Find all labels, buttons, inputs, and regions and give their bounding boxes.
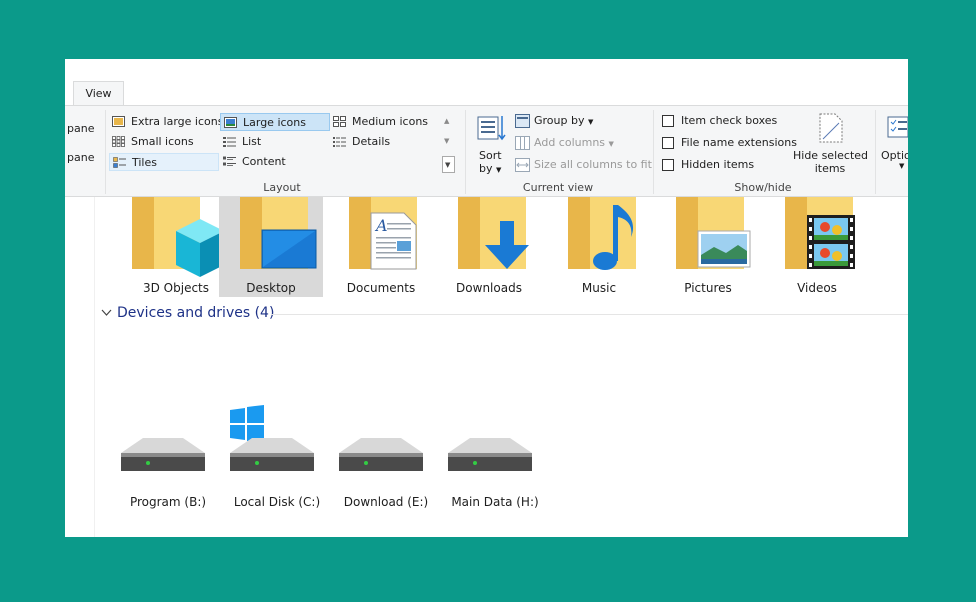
sort-by-icon [477,116,506,141]
list-icon [223,137,236,147]
drive-program-b[interactable]: Program (B:) [118,405,218,509]
dropdown-arrow-icon: ▼ [608,140,614,148]
details-pane-button[interactable]: pane [67,151,94,164]
3d-objects-icon [132,197,224,277]
folder-view: 3D Objects Desktop A Documents Downloads… [65,197,908,537]
file-explorer-window: View pane pane Extra large icons Large i… [65,59,908,537]
navigation-pane-border [94,197,95,537]
pictures-icon [676,197,751,269]
desktop-icon [240,197,317,269]
hard-drive-icon [339,438,423,471]
layout-group-label: Layout [263,181,301,194]
group-by-icon [515,114,530,128]
layout-content[interactable]: Content [220,153,330,171]
drive-local-disk-c[interactable]: Local Disk (C:) [227,405,327,509]
group-divider [271,314,908,315]
layout-extra-large-icons[interactable]: Extra large icons [109,113,223,131]
ribbon-tab-strip: View [65,59,908,106]
checkbox[interactable] [662,115,674,127]
scroll-up-icon[interactable]: ▲ [444,117,449,125]
svg-text:A: A [374,216,388,235]
hide-selected-items-button[interactable]: Hide selected items [793,111,868,175]
extra-large-icons-icon [112,116,125,127]
folder-videos[interactable]: Videos [765,197,869,297]
downloads-icon [458,197,529,269]
dropdown-arrow-icon: ▼ [496,166,502,174]
drive-main-data-h[interactable]: Main Data (H:) [445,405,545,509]
folder-music[interactable]: Music [547,197,651,297]
tiles-icon [113,157,126,168]
layout-list[interactable]: List [220,133,330,151]
expand-more-icon: ▼ [445,161,451,169]
large-icons-icon [224,117,237,128]
checkbox[interactable] [662,137,674,149]
chevron-down-icon[interactable] [101,309,112,317]
layout-gallery-scroll[interactable]: ▲ ▼ ▼ [442,113,455,175]
layout-gallery: Extra large icons Large icons Medium ico… [109,113,455,175]
documents-icon: A [349,197,417,270]
music-icon [568,197,636,270]
medium-icons-icon [333,116,346,127]
folder-pictures[interactable]: Pictures [656,197,760,297]
hard-drive-icon [448,438,532,471]
add-columns-icon [515,136,530,150]
layout-large-icons[interactable]: Large icons [220,113,330,131]
layout-small-icons[interactable]: Small icons [109,133,219,151]
hide-selected-icon [819,113,843,143]
ribbon: pane pane Extra large icons Large icons … [65,105,908,197]
layout-tiles[interactable]: Tiles [109,153,219,171]
folder-downloads[interactable]: Downloads [437,197,541,297]
gallery-expand-button[interactable]: ▼ [442,156,455,173]
layout-medium-icons[interactable]: Medium icons [330,113,440,131]
current-view-group-label: Current view [522,181,594,194]
windows-drive-icon [230,405,314,471]
scroll-down-icon[interactable]: ▼ [444,137,449,145]
preview-pane-button[interactable]: pane [67,122,94,135]
videos-icon [785,197,855,269]
sort-by-button[interactable]: Sort by ▼ [475,111,507,175]
hard-drive-icon [121,438,205,471]
folder-3d-objects[interactable]: 3D Objects [124,197,228,297]
show-hide-group-label: Show/hide [734,181,792,194]
details-icon [333,137,346,147]
checkbox[interactable] [662,159,674,171]
options-icon [887,116,908,138]
size-columns-icon [515,158,530,172]
drive-download-e[interactable]: Download (E:) [336,405,436,509]
dropdown-arrow-icon: ▼ [899,162,905,170]
content-icon [223,156,236,166]
options-button[interactable]: Optio ▼ [881,111,908,175]
folder-desktop[interactable]: Desktop [219,197,323,297]
small-icons-icon [112,136,125,147]
folder-documents[interactable]: A Documents [329,197,433,297]
tab-view[interactable]: View [73,81,124,106]
dropdown-arrow-icon: ▼ [587,118,594,126]
layout-details[interactable]: Details [330,133,440,151]
